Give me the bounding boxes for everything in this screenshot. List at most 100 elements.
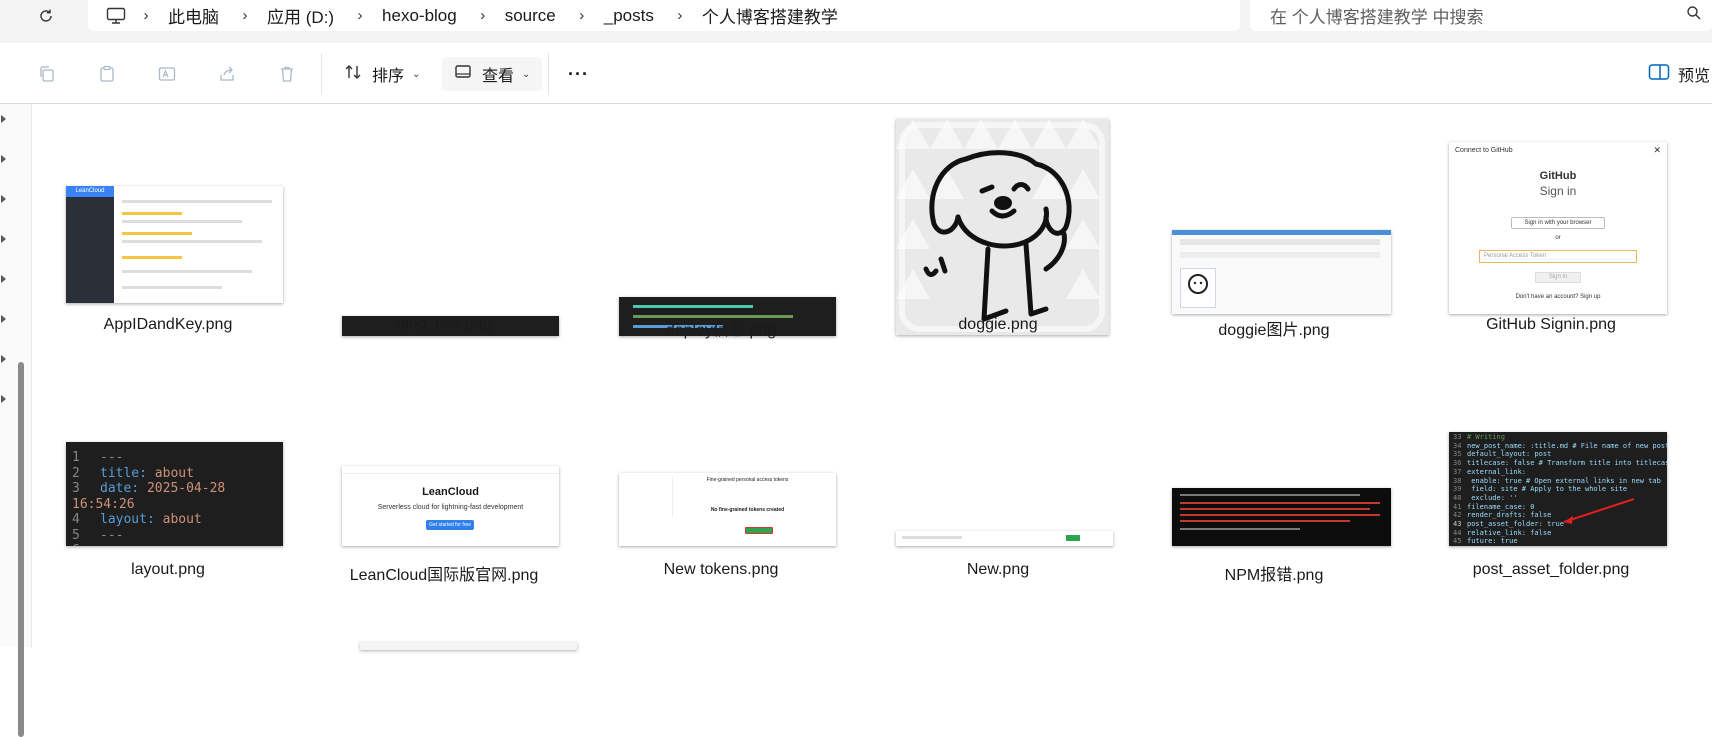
file-item[interactable]: Fine-grained personal access tokens No f… xyxy=(603,345,839,615)
file-name: doggie.png xyxy=(958,316,1038,333)
file-name: LeanCloud国际版官网.png xyxy=(349,567,539,584)
view-label: 查看 xyxy=(482,68,515,85)
chevron-right-icon[interactable]: › xyxy=(344,7,376,24)
file-item[interactable]: NPM报错.png xyxy=(1156,345,1392,615)
file-name: doggie图片.png xyxy=(1218,322,1330,339)
thumb-signin: Sign in xyxy=(1535,272,1581,283)
breadcrumb-item[interactable]: › 应用 (D:) xyxy=(229,3,344,28)
divider xyxy=(321,53,322,95)
search-placeholder: 在 个人博客搭建教学 中搜索 xyxy=(1270,8,1484,27)
thumb-bar xyxy=(1172,230,1391,235)
chevron-right-icon[interactable]: › xyxy=(229,7,261,24)
breadcrumb[interactable]: › 此电脑 › 应用 (D:) › hexo-blog › source › _posts… xyxy=(88,0,1240,31)
file-thumbnail xyxy=(896,531,1113,546)
search-input[interactable]: 在 个人博客搭建教学 中搜索 xyxy=(1250,0,1712,31)
code-line: 2 title: about xyxy=(72,465,194,481)
file-item[interactable]: Connect to GitHub ✕ GitHub Sign in Sign … xyxy=(1433,105,1669,375)
expand-arrow-icon[interactable] xyxy=(0,234,8,244)
this-pc-icon[interactable] xyxy=(102,2,130,30)
code-line: 4 layout: about xyxy=(72,512,202,527)
file-name: New tokens.png xyxy=(663,561,779,578)
thumb-line xyxy=(1180,528,1300,530)
chevron-right-icon[interactable]: › xyxy=(566,7,598,24)
paste-icon[interactable] xyxy=(94,61,120,87)
code-line: 5 --- xyxy=(72,527,124,543)
thumb-line xyxy=(1180,502,1380,504)
file-item[interactable]: LeanCloud Serverless cloud for lightning… xyxy=(326,345,562,615)
file-thumbnail xyxy=(1172,488,1391,546)
expand-arrow-icon[interactable] xyxy=(0,194,8,204)
file-item[interactable]: deploy信息.png xyxy=(603,105,839,375)
file-name: blog_title.png xyxy=(396,316,492,333)
thumb-msg: No fine-grained tokens created xyxy=(710,507,785,513)
file-name: New.png xyxy=(966,561,1030,578)
more-options-button[interactable]: ··· xyxy=(568,57,589,91)
thumb-line xyxy=(122,240,262,243)
thumb-code: 1 --- 2 title: about 3 date: 2025-04-28 16:… xyxy=(72,450,283,546)
breadcrumb-item[interactable]: › hexo-blog xyxy=(344,6,467,26)
chevron-right-icon[interactable]: › xyxy=(664,7,696,24)
file-thumbnail: 33 # Writing 34 new_post_name: :title.md #… xyxy=(1449,432,1667,546)
file-thumbnail: 1 --- 2 title: about 3 date: 2025-04-28 16:… xyxy=(66,442,283,546)
file-item[interactable]: doggie图片.png xyxy=(1156,105,1392,375)
scrollbar-thumb[interactable] xyxy=(18,362,24,737)
share-icon[interactable] xyxy=(214,61,240,87)
thumb-sidebar xyxy=(66,186,114,303)
breadcrumb-item[interactable]: › 个人博客搭建教学 xyxy=(664,3,848,28)
chevron-right-icon[interactable]: › xyxy=(130,7,162,24)
file-item[interactable]: blog_title.png xyxy=(326,105,562,375)
expand-arrow-icon[interactable] xyxy=(0,354,8,364)
rename-icon[interactable] xyxy=(154,61,180,87)
thumb-cta: Get started for free xyxy=(426,520,474,530)
file-thumbnail: LeanCloud Serverless cloud for lightning… xyxy=(342,466,559,546)
thumb-line xyxy=(1180,239,1380,245)
thumb-input: Personal Access Token xyxy=(1479,250,1637,263)
code-line: 3 date: 2025-04-28 16:54:26 xyxy=(72,481,226,512)
file-name: AppIDandKey.png xyxy=(103,316,233,333)
file-grid: LeanCloud AppIDandKey.png blog_title.png… xyxy=(32,105,1712,650)
copy-icon[interactable] xyxy=(34,61,60,87)
breadcrumb-item[interactable]: › source xyxy=(467,6,566,26)
search-icon[interactable] xyxy=(1686,5,1710,26)
delete-icon[interactable] xyxy=(274,61,300,87)
refresh-icon[interactable] xyxy=(36,6,56,26)
sort-label: 排序 xyxy=(372,68,405,85)
file-thumbnail: Connect to GitHub ✕ GitHub Sign in Sign … xyxy=(1449,142,1667,314)
file-item[interactable]: New.png xyxy=(880,345,1116,615)
thumb-line xyxy=(122,200,272,203)
expand-arrow-icon[interactable] xyxy=(0,394,8,404)
thumb-title: LeanCloud xyxy=(422,486,479,498)
file-name: layout.png xyxy=(131,561,205,578)
thumb-line xyxy=(122,256,182,259)
view-button[interactable]: 查看 ⌄ xyxy=(442,57,543,91)
expand-arrow-icon[interactable] xyxy=(0,154,8,164)
command-bar: 排序 ⌄ 查看 ⌄ ··· 预览 xyxy=(0,43,1712,104)
preview-pane-button[interactable]: 预览 xyxy=(1648,57,1710,91)
thumb-line xyxy=(122,220,242,223)
navigation-pane[interactable] xyxy=(0,104,32,737)
file-item[interactable]: doggie.png xyxy=(880,105,1116,375)
breadcrumb-item[interactable]: › _posts xyxy=(566,6,664,26)
sort-button[interactable]: 排序 ⌄ xyxy=(340,57,424,91)
file-item[interactable]: LeanCloud AppIDandKey.png xyxy=(50,105,286,375)
preview-pane-icon xyxy=(1648,63,1670,86)
file-name: NPM报错.png xyxy=(1224,567,1324,584)
expand-arrow-icon[interactable] xyxy=(0,274,8,284)
file-item[interactable]: 1 --- 2 title: about 3 date: 2025-04-28 16:… xyxy=(50,345,286,615)
preview-label: 预览 xyxy=(1678,68,1711,85)
address-row: › 此电脑 › 应用 (D:) › hexo-blog › source › _posts… xyxy=(0,0,1712,43)
divider xyxy=(548,53,549,95)
file-thumbnail: LeanCloud xyxy=(66,186,283,303)
chevron-down-icon: ⌄ xyxy=(412,68,421,80)
thumb-line xyxy=(1180,494,1360,496)
file-thumbnail-partial[interactable] xyxy=(360,642,577,650)
breadcrumb-item[interactable]: › 此电脑 xyxy=(130,3,229,28)
close-icon: ✕ xyxy=(1653,145,1661,155)
red-arrow-icon xyxy=(1563,498,1635,524)
expand-arrow-icon[interactable] xyxy=(0,314,8,324)
file-item[interactable]: 33 # Writing 34 new_post_name: :title.md #… xyxy=(1433,345,1669,615)
thumb-title: Fine-grained personal access tokens xyxy=(706,477,789,483)
chevron-right-icon[interactable]: › xyxy=(467,7,499,24)
expand-arrow-icon[interactable] xyxy=(0,114,8,124)
sort-icon xyxy=(344,63,364,86)
